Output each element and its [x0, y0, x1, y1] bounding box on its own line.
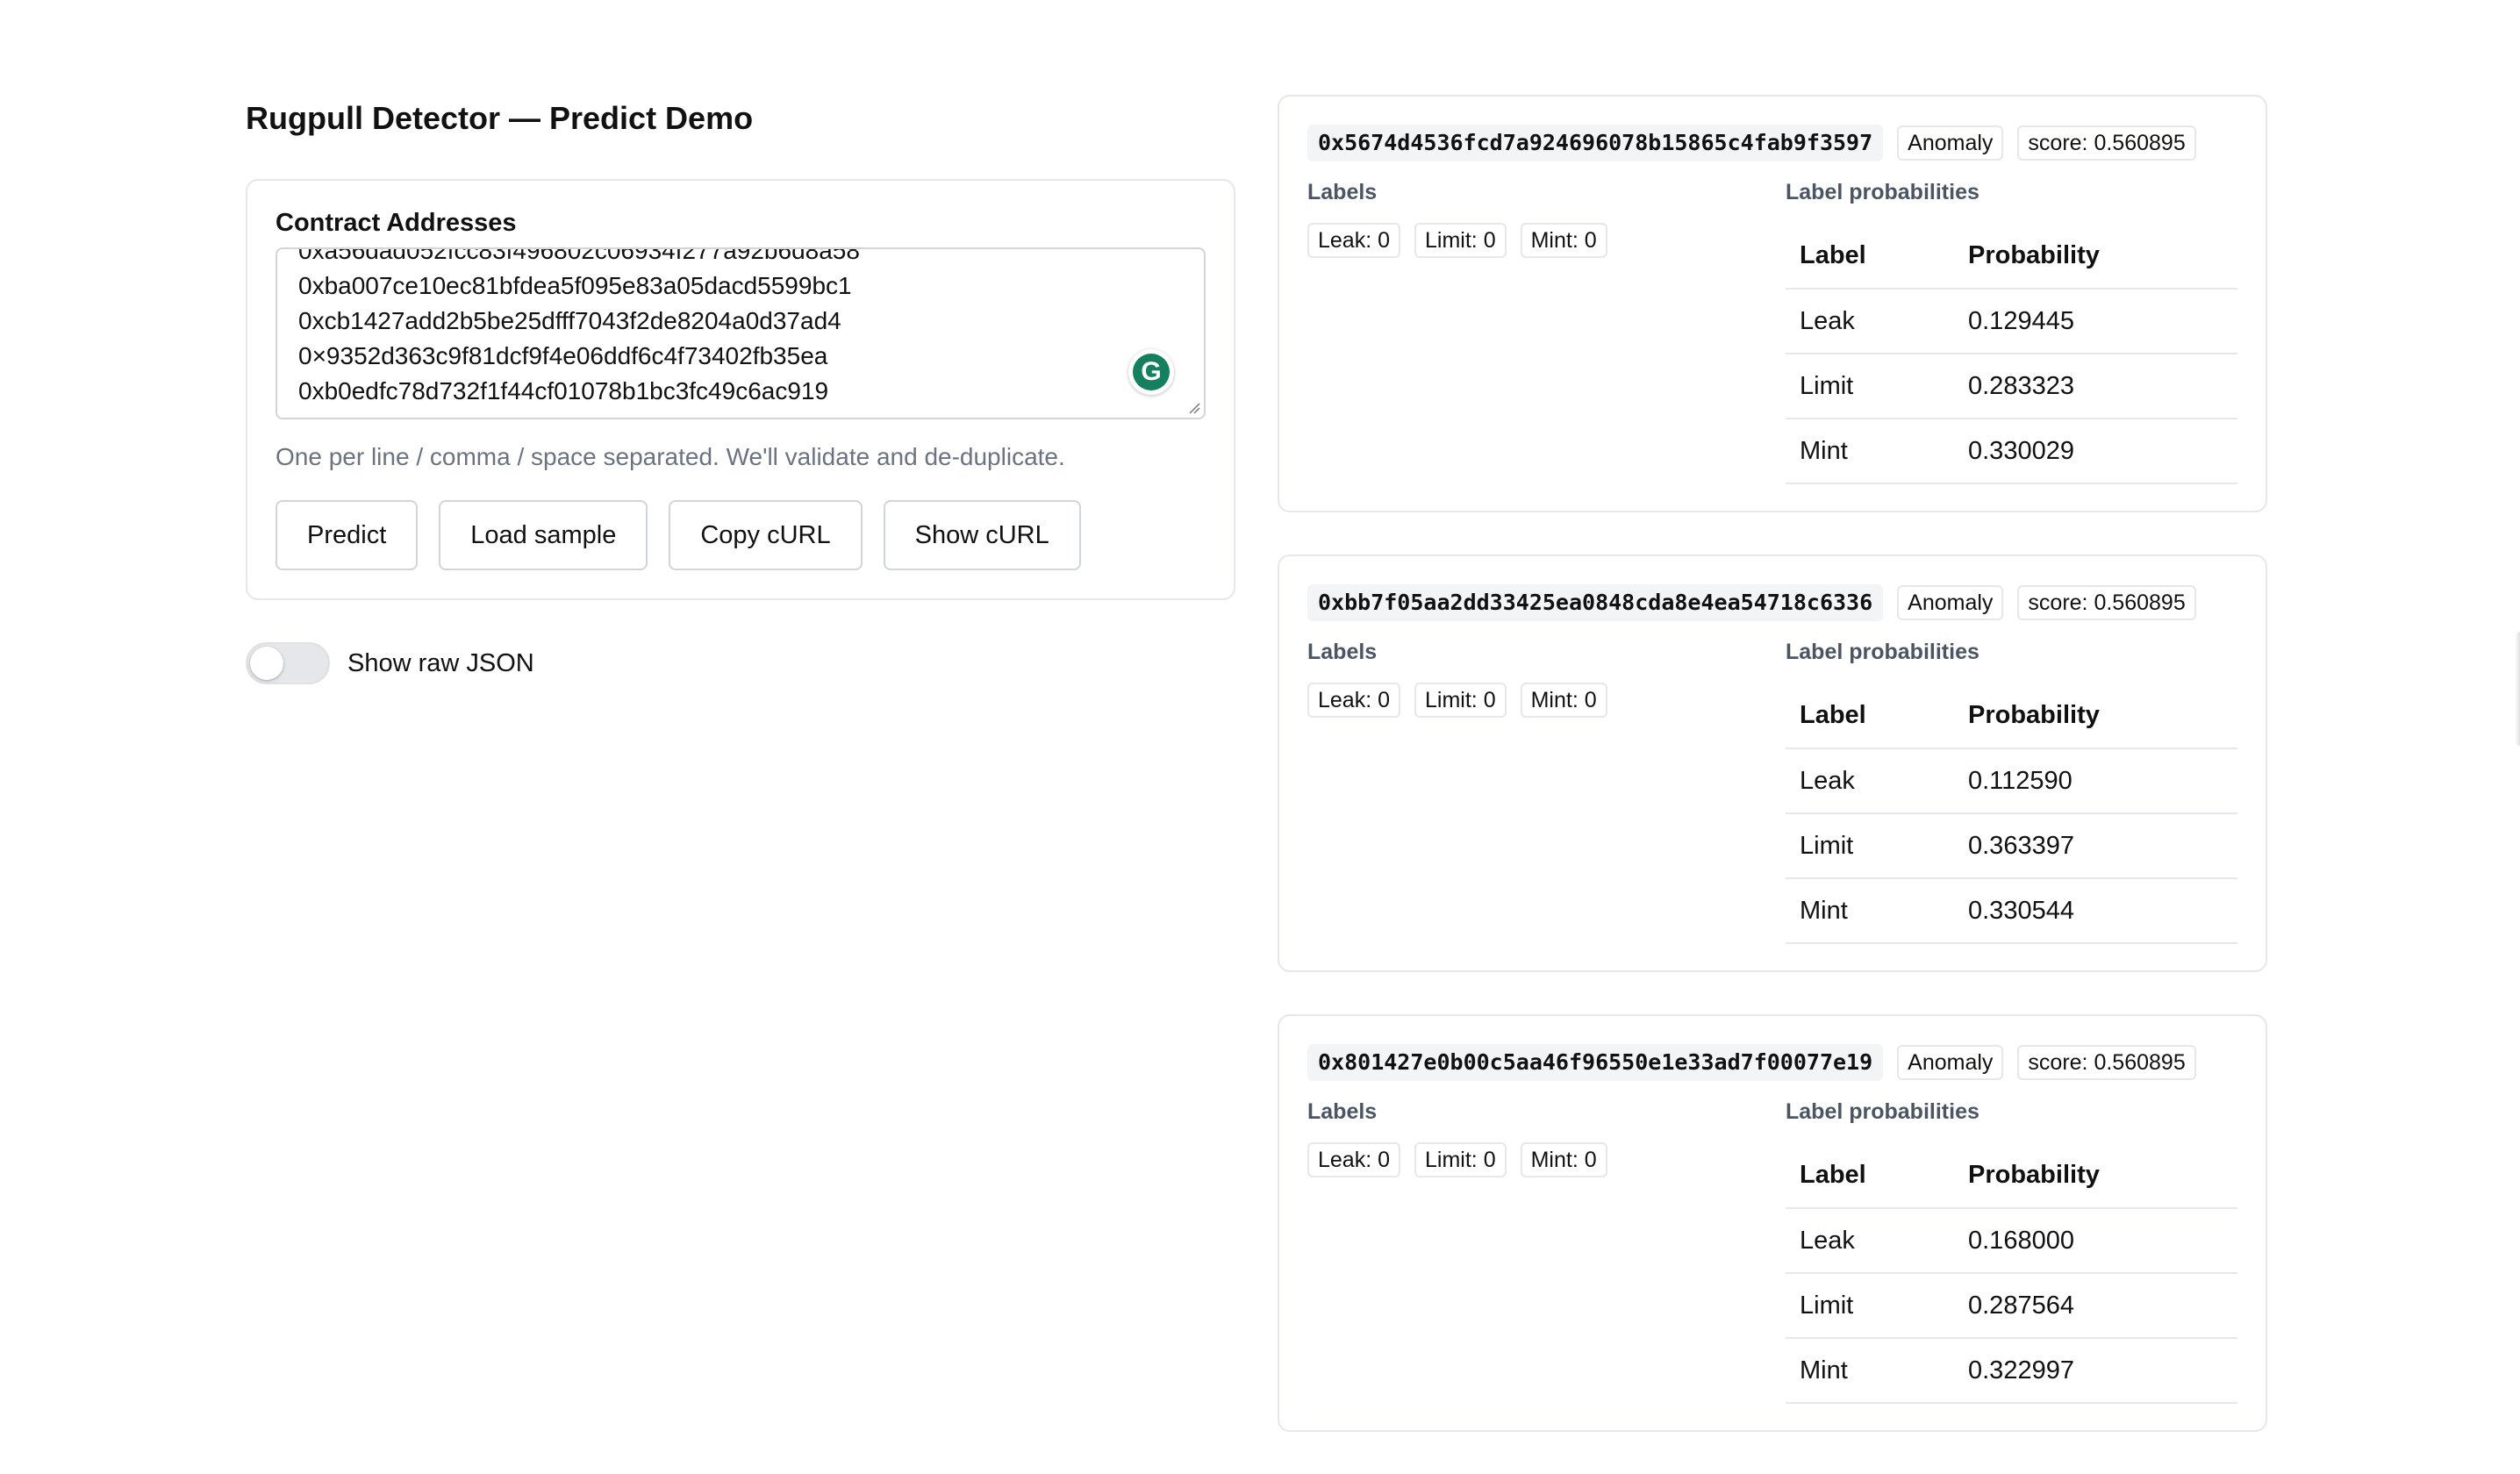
row-label: Mint: [1786, 878, 1954, 944]
label-chip-leak: Leak: 0: [1307, 683, 1401, 718]
row-label: Leak: [1786, 1208, 1954, 1274]
table-header-row: Label Probability: [1786, 223, 2237, 290]
probabilities-table: Label Probability Leak 0.112590 Limit 0.…: [1786, 683, 2237, 944]
anomaly-badge: Anomaly: [1897, 585, 2004, 620]
table-row: Limit 0.363397: [1786, 813, 2237, 879]
anomaly-badge: Anomaly: [1897, 1045, 2004, 1080]
row-label: Limit: [1786, 1273, 1954, 1339]
textarea-content: 0xa56dad052fcc83f496802c06934f277a92b6d8…: [298, 247, 860, 409]
label-probabilities-heading: Label probabilities: [1786, 180, 1979, 204]
grammarly-icon[interactable]: G: [1128, 349, 1174, 395]
resize-handle-icon[interactable]: [1188, 402, 1200, 414]
table-row: Leak 0.112590: [1786, 748, 2237, 814]
anomaly-badge: Anomaly: [1897, 125, 2004, 161]
textarea-line: 0xa56dad052fcc83f496802c06934f277a92b6d8…: [298, 247, 860, 264]
table-row: Leak 0.129445: [1786, 289, 2237, 354]
raw-json-toggle[interactable]: [246, 642, 330, 684]
result-card-header: 0x5674d4536fcd7a924696078b15865c4fab9f35…: [1307, 125, 2237, 161]
table-header-row: Label Probability: [1786, 683, 2237, 749]
probabilities-table: Label Probability Leak 0.168000 Limit 0.…: [1786, 1142, 2237, 1404]
column-header-probability: Probability: [1954, 683, 2237, 749]
load-sample-button[interactable]: Load sample: [439, 500, 648, 570]
label-chip-limit: Limit: 0: [1414, 683, 1507, 718]
label-chip-mint: Mint: 0: [1520, 1142, 1607, 1177]
predict-button[interactable]: Predict: [276, 500, 419, 570]
page-title: Rugpull Detector — Predict Demo: [246, 100, 754, 136]
textarea-line: 0xcb1427add2b5be25dfff7043f2de8204a0d37a…: [298, 307, 841, 334]
input-card: Contract Addresses 0xa56dad052fcc83f4968…: [246, 179, 1235, 600]
label-chip-leak: Leak: 0: [1307, 1142, 1401, 1177]
row-label: Limit: [1786, 354, 1954, 419]
textarea-line: 0×9352d363c9f81dcf9f4e06ddf6c4f73402fb35…: [298, 342, 828, 369]
label-chip-mint: Mint: 0: [1520, 683, 1607, 718]
table-row: Limit 0.287564: [1786, 1273, 2237, 1339]
predict-panel: Rugpull Detector — Predict Demo Contract…: [246, 97, 1235, 684]
result-card-header: 0xbb7f05aa2dd33425ea0848cda8e4ea54718c63…: [1307, 584, 2237, 621]
score-badge: score: 0.560895: [2017, 125, 2196, 161]
help-text: One per line / comma / space separated. …: [276, 443, 1065, 470]
action-buttons: Predict Load sample Copy cURL Show cURL: [276, 500, 1206, 570]
score-badge: score: 0.560895: [2017, 585, 2196, 620]
toggle-knob: [250, 647, 283, 680]
table-row: Mint 0.330544: [1786, 878, 2237, 944]
contract-addresses-label: Contract Addresses: [276, 209, 517, 237]
column-header-label: Label: [1786, 683, 1954, 749]
table-row: Mint 0.330029: [1786, 419, 2237, 484]
row-probability: 0.168000: [1954, 1208, 2237, 1274]
label-chip-mint: Mint: 0: [1520, 223, 1607, 258]
row-label: Limit: [1786, 813, 1954, 879]
textarea-line: 0xba007ce10ec81bfdea5f095e83a05dacd5599b…: [298, 272, 852, 299]
textarea-line: 0xb0edfc78d732f1f44cf01078b1bc3fc49c6ac9…: [298, 377, 829, 404]
label-chips: Leak: 0 Limit: 0 Mint: 0: [1307, 1142, 1786, 1177]
labels-heading: Labels: [1307, 180, 1378, 204]
table-row: Limit 0.283323: [1786, 354, 2237, 419]
show-curl-button[interactable]: Show cURL: [883, 500, 1081, 570]
result-card: 0x5674d4536fcd7a924696078b15865c4fab9f35…: [1278, 95, 2267, 512]
row-probability: 0.112590: [1954, 748, 2237, 814]
table-row: Leak 0.168000: [1786, 1208, 2237, 1274]
result-card: 0x801427e0b00c5aa46f96550e1e33ad7f00077e…: [1278, 1014, 2267, 1432]
table-header-row: Label Probability: [1786, 1142, 2237, 1209]
label-chips: Leak: 0 Limit: 0 Mint: 0: [1307, 223, 1786, 258]
row-label: Mint: [1786, 1338, 1954, 1404]
label-chip-limit: Limit: 0: [1414, 223, 1507, 258]
label-chips: Leak: 0 Limit: 0 Mint: 0: [1307, 683, 1786, 718]
result-card: 0xbb7f05aa2dd33425ea0848cda8e4ea54718c63…: [1278, 555, 2267, 972]
raw-json-toggle-label: Show raw JSON: [347, 648, 534, 677]
column-header-label: Label: [1786, 223, 1954, 290]
probabilities-table: Label Probability Leak 0.129445 Limit 0.…: [1786, 223, 2237, 484]
labels-heading: Labels: [1307, 1099, 1378, 1124]
results-list: 0x5674d4536fcd7a924696078b15865c4fab9f35…: [1278, 95, 2267, 1474]
row-probability: 0.330544: [1954, 878, 2237, 944]
label-chip-leak: Leak: 0: [1307, 223, 1401, 258]
row-probability: 0.322997: [1954, 1338, 2237, 1404]
label-probabilities-heading: Label probabilities: [1786, 1099, 1979, 1124]
row-probability: 0.283323: [1954, 354, 2237, 419]
row-label: Mint: [1786, 419, 1954, 484]
contract-address: 0xbb7f05aa2dd33425ea0848cda8e4ea54718c63…: [1307, 584, 1884, 621]
contract-address: 0x801427e0b00c5aa46f96550e1e33ad7f00077e…: [1307, 1044, 1884, 1081]
grammarly-icon-letter: G: [1133, 354, 1170, 390]
contract-addresses-textarea[interactable]: 0xa56dad052fcc83f496802c06934f277a92b6d8…: [276, 247, 1206, 419]
contract-address: 0x5674d4536fcd7a924696078b15865c4fab9f35…: [1307, 125, 1884, 161]
label-chip-limit: Limit: 0: [1414, 1142, 1507, 1177]
side-panel-edge: [2515, 632, 2520, 746]
result-card-header: 0x801427e0b00c5aa46f96550e1e33ad7f00077e…: [1307, 1044, 2237, 1081]
row-probability: 0.129445: [1954, 289, 2237, 354]
row-label: Leak: [1786, 748, 1954, 814]
column-header-probability: Probability: [1954, 1142, 2237, 1209]
column-header-label: Label: [1786, 1142, 1954, 1209]
labels-heading: Labels: [1307, 640, 1378, 664]
label-probabilities-heading: Label probabilities: [1786, 640, 1979, 664]
row-label: Leak: [1786, 289, 1954, 354]
table-row: Mint 0.322997: [1786, 1338, 2237, 1404]
raw-json-toggle-row: Show raw JSON: [246, 642, 1235, 684]
row-probability: 0.287564: [1954, 1273, 2237, 1339]
score-badge: score: 0.560895: [2017, 1045, 2196, 1080]
row-probability: 0.363397: [1954, 813, 2237, 879]
column-header-probability: Probability: [1954, 223, 2237, 290]
copy-curl-button[interactable]: Copy cURL: [669, 500, 863, 570]
row-probability: 0.330029: [1954, 419, 2237, 484]
